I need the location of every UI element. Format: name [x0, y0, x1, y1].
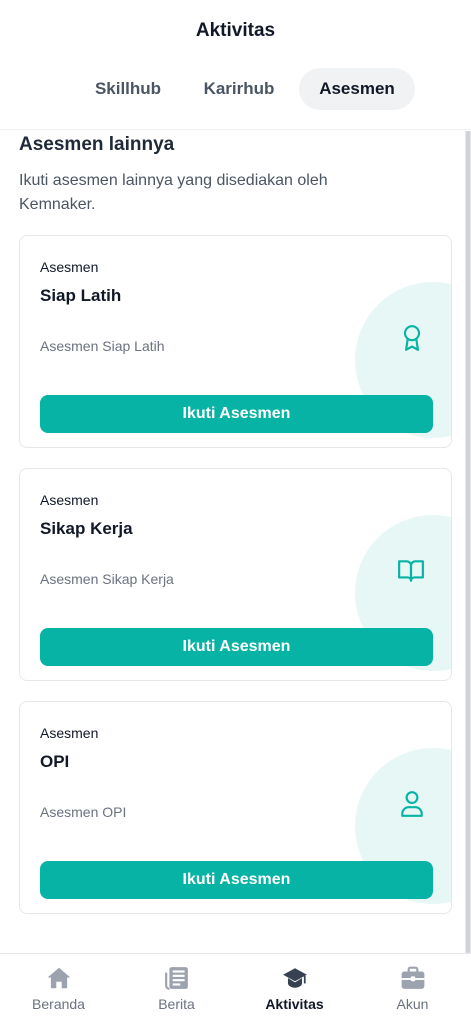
app-header: Aktivitas Skillhub Karirhub Asesmen	[0, 0, 471, 130]
nav-item-beranda[interactable]: Beranda	[0, 954, 117, 1023]
graduation-cap-icon	[283, 968, 307, 988]
scrollbar[interactable]	[465, 131, 471, 953]
nav-label: Akun	[396, 996, 429, 1012]
nav-label: Berita	[158, 996, 195, 1012]
scrollbar-thumb[interactable]	[466, 131, 470, 953]
card-kicker: Asesmen	[40, 492, 99, 508]
section-description: Ikuti asesmen lainnya yang disediakan ol…	[19, 172, 328, 213]
assessment-card-opi: Asesmen OPI Asesmen OPI Ikuti Asesmen	[19, 701, 452, 914]
nav-item-berita[interactable]: Berita	[118, 954, 235, 1023]
card-title: Sikap Kerja	[40, 519, 133, 538]
nav-item-akun[interactable]: Akun	[354, 954, 471, 1023]
user-icon	[401, 791, 423, 817]
newspaper-icon	[165, 967, 188, 990]
tab-asesmen[interactable]: Asesmen	[299, 68, 415, 110]
book-open-icon	[398, 560, 424, 582]
card-kicker: Asesmen	[40, 725, 99, 741]
start-assessment-button[interactable]: Ikuti Asesmen	[40, 395, 433, 433]
start-assessment-button[interactable]: Ikuti Asesmen	[40, 628, 433, 666]
award-icon	[403, 325, 421, 351]
nav-label: Beranda	[32, 996, 85, 1012]
tab-karirhub[interactable]: Karirhub	[188, 68, 290, 110]
card-title: Siap Latih	[40, 286, 122, 305]
card-title: OPI	[40, 752, 70, 771]
card-kicker: Asesmen	[40, 259, 99, 275]
card-subtitle: Asesmen Sikap Kerja	[40, 571, 174, 587]
bottom-navigation: Beranda Berita Aktivitas Akun	[0, 953, 471, 1023]
card-subtitle: Asesmen Siap Latih	[40, 338, 165, 354]
briefcase-icon	[401, 966, 425, 989]
nav-item-aktivitas[interactable]: Aktivitas	[236, 954, 353, 1023]
card-subtitle: Asesmen OPI	[40, 804, 127, 820]
home-icon	[47, 967, 71, 989]
content-scroll-area[interactable]: Asesmen lainnya Ikuti asesmen lainnya ya…	[0, 131, 464, 953]
start-assessment-button[interactable]: Ikuti Asesmen	[40, 861, 433, 899]
assessment-card-sikap-kerja: Asesmen Sikap Kerja Asesmen Sikap Kerja …	[19, 468, 452, 681]
page-title: Aktivitas	[195, 20, 276, 41]
assessment-card-siap-latih: Asesmen Siap Latih Asesmen Siap Latih Ik…	[19, 235, 452, 448]
nav-label: Aktivitas	[265, 996, 324, 1012]
tab-skillhub[interactable]: Skillhub	[80, 68, 176, 110]
section-title: Asesmen lainnya	[19, 134, 175, 155]
tab-bar: Skillhub Karirhub Asesmen	[0, 68, 471, 110]
